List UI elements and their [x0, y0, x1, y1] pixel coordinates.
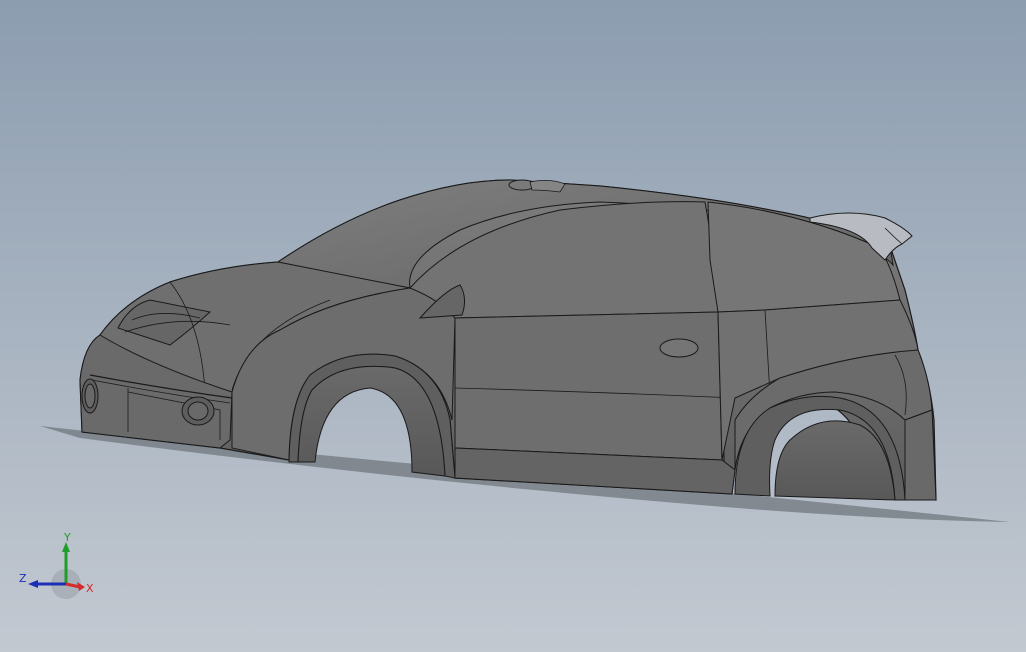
triad-y-label: Y	[63, 531, 71, 544]
door-panel	[454, 311, 723, 461]
rear-bumper	[904, 409, 937, 501]
triad-x-label: X	[86, 582, 94, 595]
car-body-model[interactable]	[0, 0, 1026, 652]
triad-z-label: Z	[19, 572, 27, 585]
view-orientation-triad[interactable]: Y Z X	[14, 528, 104, 608]
door-handle	[659, 338, 699, 358]
graphics-viewport[interactable]: Y Z X	[0, 0, 1026, 652]
